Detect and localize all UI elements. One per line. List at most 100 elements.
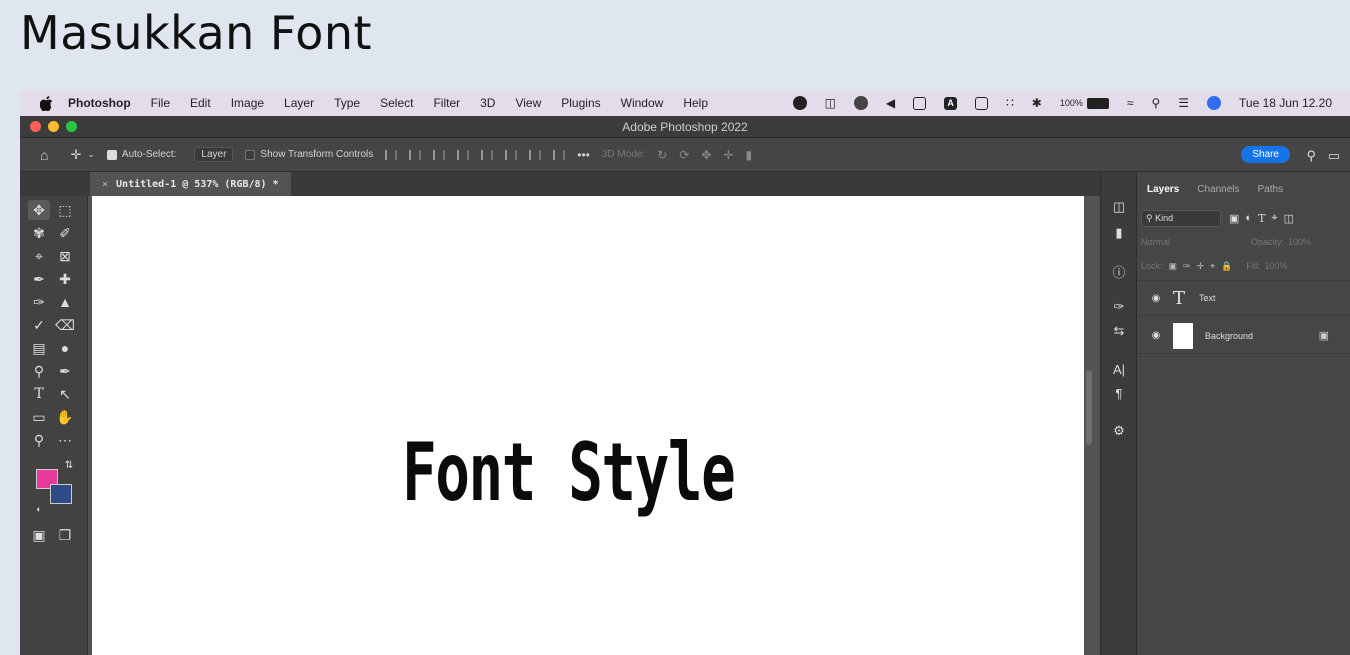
menu-filter[interactable]: Filter	[433, 96, 460, 110]
lasso-tool-icon[interactable]: ✾	[28, 223, 50, 243]
volume-icon[interactable]: ◀	[886, 96, 895, 110]
background-color-swatch[interactable]	[50, 484, 72, 504]
close-tab-icon[interactable]: ×	[102, 179, 108, 190]
more-options-icon[interactable]: •••	[577, 148, 590, 162]
eyedropper-tool-icon[interactable]: ✒	[28, 269, 50, 289]
character-panel-icon[interactable]: A|	[1109, 360, 1129, 378]
menu-app-name[interactable]: Photoshop	[68, 96, 131, 110]
canvas-text-layer[interactable]: Font Style	[402, 426, 736, 519]
move-tool-preset-icon[interactable]: ✛	[70, 147, 81, 163]
menu-window[interactable]: Window	[621, 96, 664, 110]
dots-grid-icon[interactable]: ∷	[1006, 96, 1014, 110]
apple-icon[interactable]	[38, 95, 54, 111]
clone-stamp-tool-icon[interactable]: ▲	[54, 292, 76, 312]
paragraph-panel-icon[interactable]: ¶	[1109, 384, 1129, 402]
info-panel-icon[interactable]: ⓘ	[1109, 262, 1129, 280]
filter-pixel-icon[interactable]: ▣	[1229, 212, 1239, 225]
align-left-icon[interactable]	[385, 149, 398, 160]
wifi-icon[interactable]: ≈	[1127, 96, 1134, 110]
chevron-down-icon[interactable]: ⌄	[87, 149, 95, 160]
gradient-tool-icon[interactable]: ▤	[28, 338, 50, 358]
window-switcher-icon[interactable]	[975, 96, 989, 110]
crop-tool-icon[interactable]: ⌖	[28, 246, 50, 266]
spotlight-search-icon[interactable]: ⚲	[1151, 96, 1160, 110]
adobe-acrobat-icon[interactable]: A	[944, 96, 958, 110]
menu-plugins[interactable]: Plugins	[561, 96, 600, 110]
eraser-tool-icon[interactable]: ⌫	[54, 315, 76, 335]
comments-panel-icon[interactable]: ▮	[1109, 224, 1129, 242]
healing-brush-tool-icon[interactable]: ✚	[54, 269, 76, 289]
menu-select[interactable]: Select	[380, 96, 413, 110]
lock-all-icon[interactable]: 🔒	[1221, 261, 1232, 272]
creative-cloud-icon[interactable]	[853, 96, 868, 110]
display-icon[interactable]	[913, 96, 927, 110]
filter-adjustment-icon[interactable]: ◐	[1245, 212, 1252, 224]
screen-mode-icon[interactable]: ❐	[54, 525, 76, 545]
3d-slide-icon[interactable]: ✛	[723, 148, 733, 162]
more-tools-icon[interactable]: ⋯	[54, 430, 76, 450]
layer-row-text[interactable]: ◉ T Text	[1137, 280, 1350, 316]
blur-tool-icon[interactable]: ●	[54, 338, 76, 358]
menu-view[interactable]: View	[515, 96, 541, 110]
lock-icon[interactable]: ▣	[1319, 329, 1329, 342]
auto-select-toggle[interactable]: Auto-Select:	[106, 149, 176, 160]
history-panel-icon[interactable]: ◫	[1109, 198, 1129, 216]
menu-help[interactable]: Help	[683, 96, 708, 110]
align-top-icon[interactable]	[481, 149, 494, 160]
visibility-eye-icon[interactable]: ◉	[1149, 293, 1163, 304]
bluetooth-icon[interactable]: ✱	[1032, 96, 1042, 110]
workspace-icon[interactable]: ▭	[1328, 148, 1340, 164]
document-canvas[interactable]: Font Style	[92, 196, 1084, 655]
lock-position-icon[interactable]: ✛	[1197, 261, 1205, 272]
3d-roll-icon[interactable]: ⟳	[679, 148, 689, 162]
tab-paths[interactable]: Paths	[1258, 184, 1284, 195]
menubar-clock[interactable]: Tue 18 Jun 12.20	[1239, 96, 1332, 110]
3d-pan-icon[interactable]: ✥	[701, 148, 711, 162]
menu-layer[interactable]: Layer	[284, 96, 314, 110]
siri-icon[interactable]	[1207, 96, 1222, 110]
distribute-icon[interactable]	[457, 149, 470, 160]
clipboard-icon[interactable]: ◫	[825, 96, 836, 110]
quick-selection-tool-icon[interactable]: ✐	[54, 223, 76, 243]
history-brush-tool-icon[interactable]: ✓	[28, 315, 50, 335]
swap-colors-icon[interactable]: ⇅	[58, 455, 80, 475]
filter-shape-icon[interactable]: ⌖	[1271, 212, 1277, 225]
hand-tool-icon[interactable]: ✋	[54, 407, 76, 427]
distribute-vertical-icon[interactable]	[553, 149, 566, 160]
fill-value[interactable]: 100%	[1264, 261, 1287, 271]
opacity-value[interactable]: 100%	[1288, 237, 1311, 247]
lock-transparent-icon[interactable]: ▣	[1169, 261, 1178, 272]
tab-layers[interactable]: Layers	[1147, 184, 1179, 195]
3d-orbit-icon[interactable]: ↻	[657, 148, 667, 162]
align-middle-icon[interactable]	[505, 149, 518, 160]
dodge-tool-icon[interactable]: ⚲	[28, 361, 50, 381]
zoom-tool-icon[interactable]: ⚲	[28, 430, 50, 450]
control-center-icon[interactable]: ☰	[1178, 96, 1189, 110]
align-center-icon[interactable]	[409, 149, 422, 160]
auto-select-checkbox[interactable]	[106, 149, 117, 160]
tab-channels[interactable]: Channels	[1197, 184, 1239, 195]
rectangle-tool-icon[interactable]: ▭	[28, 407, 50, 427]
marquee-tool-icon[interactable]: ⬚	[54, 200, 76, 220]
lock-image-icon[interactable]: ✑	[1183, 261, 1191, 272]
canvas-scrollbar[interactable]	[1086, 370, 1092, 445]
align-bottom-icon[interactable]	[529, 149, 542, 160]
menu-file[interactable]: File	[151, 96, 170, 110]
layer-filter-kind[interactable]: ⚲ Kind	[1141, 209, 1221, 227]
document-tab[interactable]: × Untitled-1 @ 537% (RGB/8) *	[90, 172, 291, 196]
default-colors-icon[interactable]: ◐	[28, 499, 50, 519]
visibility-eye-icon[interactable]: ◉	[1149, 330, 1163, 341]
quick-mask-icon[interactable]: ▣	[28, 525, 50, 545]
move-tool-icon[interactable]: ✥	[28, 200, 50, 220]
menu-image[interactable]: Image	[231, 96, 264, 110]
3d-camera-icon[interactable]: ▮	[745, 148, 752, 162]
path-selection-tool-icon[interactable]: ↖	[54, 384, 76, 404]
show-transform-toggle[interactable]: Show Transform Controls	[245, 149, 373, 160]
home-icon[interactable]: ⌂	[40, 147, 48, 163]
pen-tool-icon[interactable]: ✒	[54, 361, 76, 381]
frame-tool-icon[interactable]: ⊠	[54, 246, 76, 266]
menu-type[interactable]: Type	[334, 96, 360, 110]
layer-row-background[interactable]: ◉ Background ▣	[1137, 318, 1350, 354]
filter-type-icon[interactable]: T	[1258, 212, 1265, 225]
blend-mode-dropdown[interactable]: Normal	[1141, 237, 1251, 247]
